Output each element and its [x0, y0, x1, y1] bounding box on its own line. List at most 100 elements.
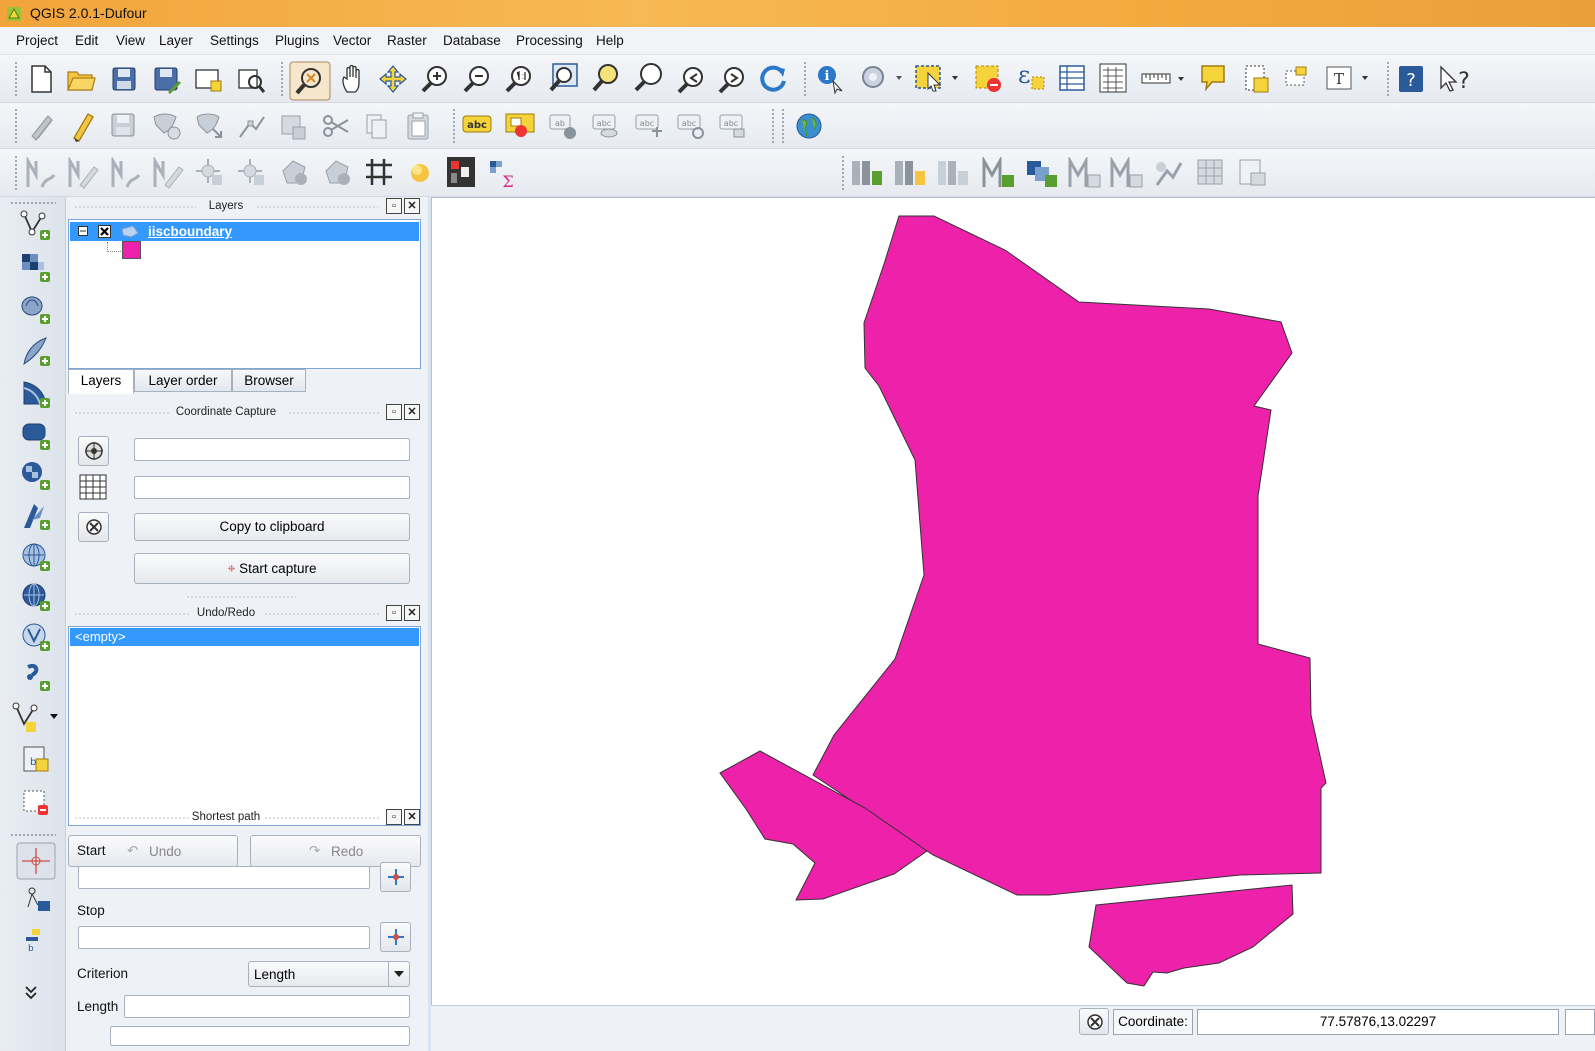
add-postgis-layer-icon[interactable] [20, 294, 52, 326]
delete-selected-icon[interactable] [279, 113, 309, 141]
select-by-expression-icon[interactable]: ε [1014, 61, 1048, 95]
add-raster-layer-icon[interactable] [20, 252, 52, 284]
deselect-features-icon[interactable] [974, 63, 1006, 95]
float-dock-button[interactable]: ▫ [386, 809, 402, 825]
more-tools-chevron-icon[interactable] [22, 985, 42, 1001]
toolbar-grip[interactable] [10, 201, 56, 205]
menu-view[interactable]: View [116, 33, 145, 48]
capture-start-point-button[interactable] [380, 862, 411, 892]
open-attribute-table-icon[interactable] [1058, 64, 1086, 92]
raster-terrain-icon[interactable] [445, 155, 477, 189]
float-dock-button[interactable]: ▫ [386, 198, 402, 214]
menu-help[interactable]: Help [596, 33, 624, 48]
change-label-icon[interactable]: abc [718, 111, 750, 141]
measure-line-icon[interactable] [1140, 65, 1192, 93]
map-tips-icon[interactable] [1198, 62, 1230, 94]
toolbar-grip[interactable] [781, 108, 785, 144]
add-polygon-ring-icon[interactable] [322, 157, 354, 189]
cut-features-icon[interactable] [320, 112, 352, 140]
coordinate-capture-crosshair-icon[interactable] [16, 842, 56, 880]
zoom-in-icon[interactable] [420, 64, 450, 94]
add-wfs-layer-icon[interactable] [936, 157, 970, 189]
toolbar-grip[interactable] [452, 108, 456, 144]
toolbar-grip[interactable] [841, 155, 845, 191]
move-label-icon[interactable]: abc [634, 111, 666, 141]
statistical-summary-icon[interactable] [1098, 62, 1128, 94]
stop-point-input[interactable] [78, 926, 370, 949]
show-bookmarks-icon[interactable] [1282, 63, 1312, 93]
digitize-line-edit-icon[interactable] [66, 157, 100, 189]
add-oracle-layer-icon[interactable] [20, 420, 52, 452]
toolbar-grip[interactable] [14, 61, 18, 97]
toolbar-grip[interactable] [14, 108, 18, 144]
pan-map-icon[interactable] [339, 64, 367, 94]
coordinate-capture-tool-icon[interactable] [1195, 157, 1227, 189]
zoom-last-icon[interactable] [676, 64, 708, 94]
pan-map-to-selection-icon[interactable] [376, 64, 410, 94]
start-capture-button[interactable]: ⌖ Start capture [134, 553, 410, 584]
spatial-query-icon[interactable] [1025, 157, 1059, 189]
menu-plugins[interactable]: Plugins [275, 33, 319, 48]
save-layer-edits-icon[interactable] [109, 111, 137, 139]
grid-crs-icon[interactable] [79, 474, 107, 500]
layer-visibility-checkbox[interactable] [98, 225, 111, 238]
coordinate-value[interactable]: 77.57876,13.02297 [1197, 1009, 1559, 1035]
identify-features-icon[interactable]: i [815, 63, 847, 95]
new-print-composer-icon[interactable] [193, 65, 225, 95]
current-edits-icon[interactable] [26, 110, 58, 142]
zoom-out-icon[interactable] [462, 64, 492, 94]
show-hide-labels-icon[interactable]: abc [591, 111, 623, 141]
toggle-editing-icon[interactable] [68, 110, 96, 142]
digitize-curve-edit-icon[interactable] [151, 157, 185, 189]
text-annotation-icon[interactable]: T [1324, 63, 1376, 95]
close-dock-button[interactable]: ✕ [404, 809, 420, 825]
add-mssql-layer-icon[interactable] [20, 378, 52, 410]
topology-checker-icon[interactable] [1153, 157, 1185, 189]
float-dock-button[interactable]: ▫ [386, 404, 402, 420]
add-spatialite-layer-icon[interactable] [20, 336, 52, 368]
coordinate-field-1[interactable] [134, 438, 410, 461]
menu-edit[interactable]: Edit [75, 33, 98, 48]
node-tool-icon[interactable] [236, 111, 268, 141]
new-shapefile-layer-icon[interactable] [12, 702, 64, 734]
toggle-extents-button[interactable] [1079, 1008, 1109, 1035]
rotate-label-icon[interactable]: abc [676, 111, 708, 141]
close-dock-button[interactable]: ✕ [404, 404, 420, 420]
run-feature-action-icon[interactable] [858, 63, 906, 95]
menu-vector[interactable]: Vector [333, 33, 371, 48]
float-dock-button[interactable]: ▫ [386, 605, 402, 621]
heatmap-point-icon[interactable] [404, 157, 434, 187]
layer-name[interactable]: iiscboundary [148, 224, 232, 239]
crs-select-button[interactable] [78, 436, 109, 466]
menu-processing[interactable]: Processing [516, 33, 583, 48]
add-wms-layer-icon[interactable] [850, 157, 884, 189]
composer-manager-icon[interactable] [236, 65, 266, 95]
add-virtual-layer-icon[interactable]: b [20, 743, 52, 777]
move-feature-icon[interactable] [193, 111, 225, 141]
zoom-full-icon[interactable] [547, 62, 579, 94]
dxf-export-icon[interactable] [1237, 157, 1269, 189]
toolbar-grip[interactable] [1386, 61, 1390, 97]
new-project-icon[interactable] [28, 64, 54, 94]
open-project-icon[interactable] [66, 66, 96, 92]
openlayers-globe-icon[interactable] [794, 111, 824, 141]
tab-browser[interactable]: Browser [232, 369, 306, 392]
coordinate-field-2[interactable] [134, 476, 410, 499]
pan-to-selection-icon[interactable] [289, 61, 331, 101]
remove-layer-icon[interactable] [20, 787, 52, 819]
menu-settings[interactable]: Settings [210, 33, 259, 48]
shortest-path-tool-icon[interactable] [22, 885, 54, 917]
paste-features-icon[interactable] [405, 111, 431, 141]
criterion-select[interactable]: Length [248, 961, 410, 987]
add-vector-layer-icon[interactable] [20, 210, 52, 242]
gps-tools-icon[interactable] [1068, 157, 1102, 189]
toolbar-grip[interactable] [771, 108, 775, 144]
add-delimited-text-layer-icon[interactable] [20, 500, 52, 532]
track-mouse-button[interactable] [78, 512, 109, 542]
capture-stop-point-button[interactable] [380, 922, 411, 952]
point-displacement-icon[interactable]: b [24, 927, 52, 955]
close-dock-button[interactable]: ✕ [404, 198, 420, 214]
digitize-line-icon[interactable] [24, 157, 56, 189]
layer-labeling-options-icon[interactable]: abc [462, 113, 492, 137]
select-features-icon[interactable] [914, 63, 966, 95]
